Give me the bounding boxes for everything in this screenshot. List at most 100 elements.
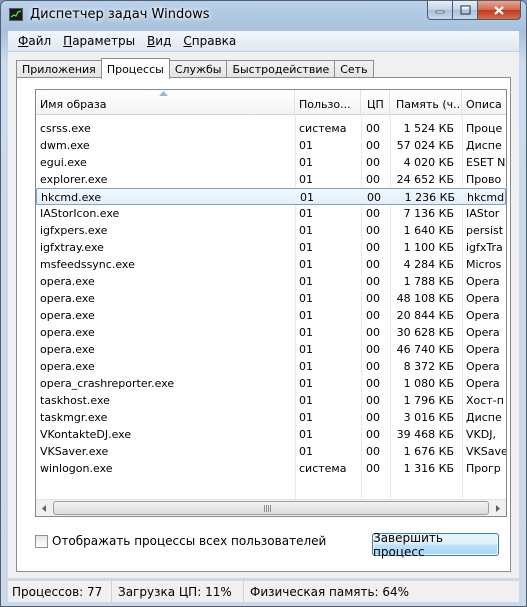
process-description-cell: Opera [466,275,500,288]
process-name-cell: dwm.exe [40,139,90,152]
close-button[interactable] [478,1,521,20]
process-name-cell: csrss.exe [40,122,91,135]
tab-processes[interactable]: Процессы [100,58,170,79]
table-row[interactable]: opera.exe 01 00 30 628 КБ Opera [36,324,506,341]
scroll-left-button[interactable] [36,500,53,516]
process-user-cell: 01 [299,428,313,441]
process-name-cell: opera.exe [40,343,95,356]
process-user-cell: система [299,122,347,135]
process-name-cell: opera.exe [40,360,95,373]
process-description-cell: igfxTra [466,241,503,254]
process-description-cell: Диспе [466,139,502,152]
process-cpu-cell: 00 [367,191,381,204]
status-process-count: Процессов: 77 [8,581,112,603]
table-row[interactable]: taskmgr.exe 01 00 3 016 КБ Диспе [36,409,506,426]
process-name-cell: taskmgr.exe [40,411,108,424]
process-name-cell: opera.exe [40,275,95,288]
process-cpu-cell: 00 [366,207,380,220]
table-row[interactable]: csrss.exe система 00 1 524 КБ Проце [36,120,506,137]
table-row[interactable]: opera.exe 01 00 48 108 КБ Opera [36,290,506,307]
process-cpu-cell: 00 [366,326,380,339]
process-description-cell: Прово [466,173,502,186]
menu-help[interactable]: Справка [177,34,242,48]
table-row[interactable]: egui.exe 01 00 4 020 КБ ESET N [36,154,506,171]
table-row[interactable]: explorer.exe 01 00 24 652 КБ Прово [36,171,506,188]
status-bar: Процессов: 77 Загрузка ЦП: 11% Физическа… [8,580,519,603]
table-row[interactable]: hkcmd.exe 01 00 1 236 КБ hkcmd [36,188,506,205]
scrollbar-thumb[interactable] [53,501,489,515]
column-header-user[interactable]: Пользо... [295,90,361,115]
table-row[interactable]: igfxpers.exe 01 00 1 640 КБ persist [36,222,506,239]
scroll-right-button[interactable] [489,500,506,516]
process-memory-cell: 1 524 КБ [403,122,454,135]
table-row[interactable]: IAStorIcon.exe 01 00 7 136 КБ IAStor [36,205,506,222]
tab-applications[interactable]: Приложения [16,60,102,78]
end-process-button[interactable]: Завершить процесс [372,531,499,559]
table-row[interactable]: VKontakteDJ.exe 01 00 39 468 КБ VKDJ, [36,426,506,443]
process-description-cell: ESET N [466,156,506,169]
process-cpu-cell: 00 [366,292,380,305]
tab-network[interactable]: Сеть [334,60,374,78]
process-memory-cell: 1 640 КБ [403,224,454,237]
table-row[interactable]: opera_crashreporter.exe 01 00 1 080 КБ Opera [36,375,506,392]
horizontal-scrollbar[interactable] [36,499,506,516]
process-description-cell: Проце [466,122,503,135]
arrow-right-icon [496,504,500,512]
menu-file[interactable]: Файл [12,34,57,48]
process-description-cell: Opera [466,292,500,305]
column-header-description[interactable]: Описа [462,90,506,115]
table-row[interactable]: igfxtray.exe 01 00 1 100 КБ igfxTra [36,239,506,256]
process-description-cell: IAStor [466,207,500,220]
process-rows: csrss.exe система 00 1 524 КБ Проце dwm.exe 01… [36,120,506,477]
table-row[interactable]: opera.exe 01 00 20 844 КБ Opera [36,307,506,324]
process-description-cell: Хост-п [466,394,504,407]
process-user-cell: 01 [299,241,313,254]
process-memory-cell: 1 236 КБ [404,191,455,204]
process-name-cell: opera.exe [40,309,95,322]
process-memory-cell: 39 468 КБ [396,428,454,441]
tab-performance[interactable]: Быстродействие [226,60,336,78]
column-header-memory[interactable]: Память (ч... [390,90,462,115]
title-bar[interactable]: Диспетчер задач Windows [1,1,526,29]
process-memory-cell: 4 284 КБ [403,258,454,271]
table-row[interactable]: opera.exe 01 00 46 740 КБ Opera [36,341,506,358]
process-memory-cell: 46 740 КБ [396,343,454,356]
list-header: Имя образа Пользо... ЦП Память (ч... Опи… [36,90,506,115]
process-memory-cell: 4 020 КБ [403,156,454,169]
table-row[interactable]: dwm.exe 01 00 57 024 КБ Диспе [36,137,506,154]
process-description-cell: VKSave [466,445,506,458]
column-header-cpu[interactable]: ЦП [361,90,390,115]
table-row[interactable]: VKSaver.exe 01 00 1 676 КБ VKSave [36,443,506,460]
table-row[interactable]: msfeedssync.exe 01 00 4 284 КБ Micros [36,256,506,273]
minimize-button[interactable] [427,1,453,20]
process-user-cell: 01 [299,258,313,271]
process-name-cell: explorer.exe [40,173,108,186]
process-list[interactable]: Имя образа Пользо... ЦП Память (ч... Опи… [35,89,507,517]
task-manager-app-icon[interactable] [9,8,23,21]
maximize-button[interactable] [453,1,478,20]
table-row[interactable]: winlogon.exe система 00 1 316 КБ Прогр [36,460,506,477]
process-user-cell: 01 [299,343,313,356]
column-header-image-name[interactable]: Имя образа [36,90,295,115]
tab-services[interactable]: Службы [168,60,228,78]
show-all-users-checkbox[interactable] [35,534,48,548]
process-user-cell: 01 [299,156,313,169]
process-name-cell: opera.exe [40,292,95,305]
process-description-cell: Opera [466,309,500,322]
process-name-cell: winlogon.exe [40,462,113,475]
table-row[interactable]: opera.exe 01 00 1 788 КБ Opera [36,273,506,290]
show-all-users-option[interactable]: Отображать процессы всех пользователей [35,534,326,548]
process-cpu-cell: 00 [366,258,380,271]
process-memory-cell: 1 676 КБ [403,445,454,458]
table-row[interactable]: taskhost.exe 01 00 1 796 КБ Хост-п [36,392,506,409]
menu-view[interactable]: Вид [141,34,177,48]
close-icon [494,5,504,15]
process-cpu-cell: 00 [366,377,380,390]
process-cpu-cell: 00 [366,309,380,322]
menu-options[interactable]: Параметры [57,34,141,48]
process-cpu-cell: 00 [366,343,380,356]
process-cpu-cell: 00 [366,122,380,135]
process-user-cell: 01 [299,275,313,288]
table-row[interactable]: opera.exe 01 00 8 372 КБ Opera [36,358,506,375]
process-memory-cell: 1 316 КБ [403,462,454,475]
